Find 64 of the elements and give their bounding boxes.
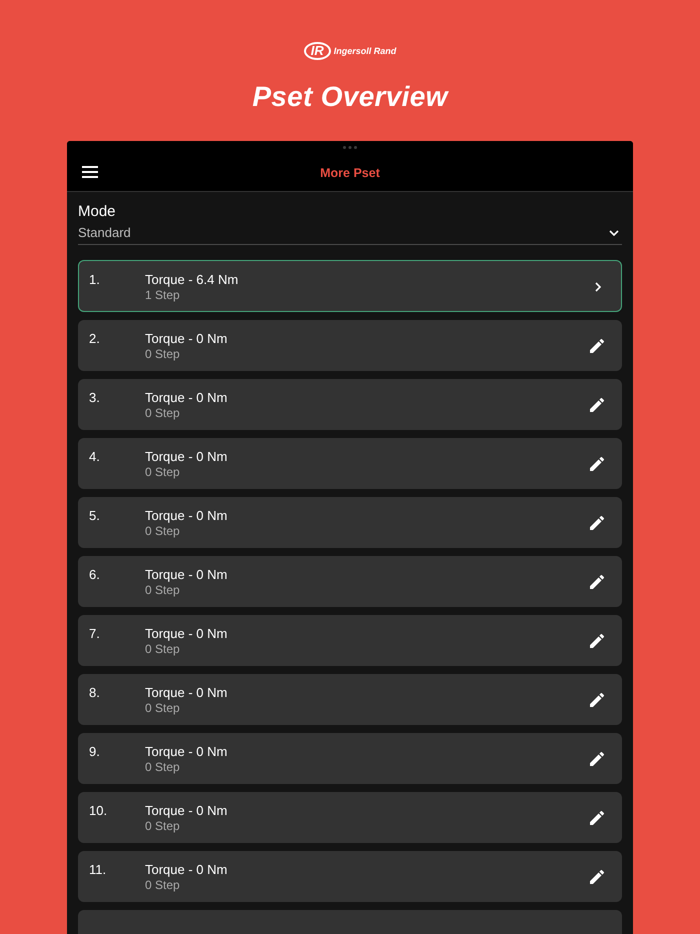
- pset-steps: 0 Step: [145, 465, 590, 480]
- pset-title: Torque - 0 Nm: [145, 862, 228, 878]
- pset-steps: 0 Step: [145, 642, 590, 657]
- pset-title: Torque - 6.4 Nm: [145, 272, 240, 288]
- pset-card[interactable]: 7. Torque - 0 Nm 0 Step: [78, 615, 622, 666]
- pset-number: 7.: [89, 626, 101, 642]
- pencil-icon[interactable]: [590, 339, 604, 353]
- menu-icon[interactable]: [82, 166, 98, 178]
- mode-select[interactable]: Standard: [78, 221, 622, 245]
- pset-card[interactable]: 3. Torque - 0 Nm 0 Step: [78, 379, 622, 430]
- chevron-down-icon: [609, 230, 619, 236]
- pencil-icon[interactable]: [590, 634, 604, 648]
- pset-card[interactable]: 4. Torque - 0 Nm 0 Step: [78, 438, 622, 489]
- pencil-icon[interactable]: [590, 457, 604, 471]
- pset-card[interactable]: 11. Torque - 0 Nm 0 Step: [78, 851, 622, 902]
- pencil-icon[interactable]: [590, 752, 604, 766]
- pset-number: 2.: [89, 331, 101, 347]
- pset-title: Torque - 0 Nm: [145, 803, 228, 819]
- pencil-icon[interactable]: [590, 870, 604, 884]
- pset-card[interactable]: 2. Torque - 0 Nm 0 Step: [78, 320, 622, 371]
- pset-number: 10.: [89, 803, 108, 819]
- pset-steps: 0 Step: [145, 760, 590, 775]
- pset-title: Torque - 0 Nm: [145, 626, 228, 642]
- app-bar-title: More Pset: [320, 166, 380, 180]
- pencil-icon[interactable]: [590, 811, 604, 825]
- pset-number: 11.: [89, 862, 108, 878]
- pset-number: 6.: [89, 567, 101, 583]
- pset-card[interactable]: 9. Torque - 0 Nm 0 Step: [78, 733, 622, 784]
- pset-card[interactable]: 10. Torque - 0 Nm 0 Step: [78, 792, 622, 843]
- pset-title: Torque - 0 Nm: [145, 449, 228, 465]
- pencil-icon[interactable]: [590, 693, 604, 707]
- pset-card[interactable]: 8. Torque - 0 Nm 0 Step: [78, 674, 622, 725]
- pset-steps: 0 Step: [145, 583, 590, 598]
- pset-card[interactable]: 6. Torque - 0 Nm 0 Step: [78, 556, 622, 607]
- pset-card[interactable]: 5. Torque - 0 Nm 0 Step: [78, 497, 622, 548]
- pset-title: Torque - 0 Nm: [145, 508, 228, 524]
- pencil-icon[interactable]: [590, 398, 604, 412]
- pset-steps: 0 Step: [145, 878, 590, 893]
- logo-wordmark: Ingersoll Rand: [334, 46, 396, 56]
- pencil-icon[interactable]: [590, 575, 604, 589]
- pset-number: 9.: [89, 744, 101, 760]
- pset-number: 1.: [89, 272, 101, 288]
- pset-steps: 0 Step: [145, 701, 590, 716]
- logo-monogram: IR: [304, 42, 331, 60]
- page-title: Pset Overview: [252, 81, 448, 113]
- pset-steps: 0 Step: [145, 347, 590, 362]
- pset-title: Torque - 0 Nm: [145, 331, 228, 347]
- pset-number: 4.: [89, 449, 101, 465]
- drag-handle-icon: [343, 146, 357, 149]
- pset-steps: 0 Step: [145, 819, 590, 834]
- chevron-right-icon[interactable]: [595, 282, 601, 292]
- pencil-icon[interactable]: [590, 516, 604, 530]
- pset-title: Torque - 0 Nm: [145, 390, 228, 406]
- pset-number: 3.: [89, 390, 101, 406]
- pset-steps: 0 Step: [145, 406, 590, 421]
- pset-number: 8.: [89, 685, 101, 701]
- pset-title: Torque - 0 Nm: [145, 744, 228, 760]
- pset-steps: 1 Step: [145, 288, 595, 303]
- pset-steps: 0 Step: [145, 524, 590, 539]
- mode-label: Mode: [78, 203, 117, 221]
- pset-title: Torque - 0 Nm: [145, 685, 228, 701]
- pset-card[interactable]: 1. Torque - 6.4 Nm 1 Step: [78, 260, 622, 312]
- pset-title: Torque - 0 Nm: [145, 567, 228, 583]
- pset-number: 5.: [89, 508, 101, 524]
